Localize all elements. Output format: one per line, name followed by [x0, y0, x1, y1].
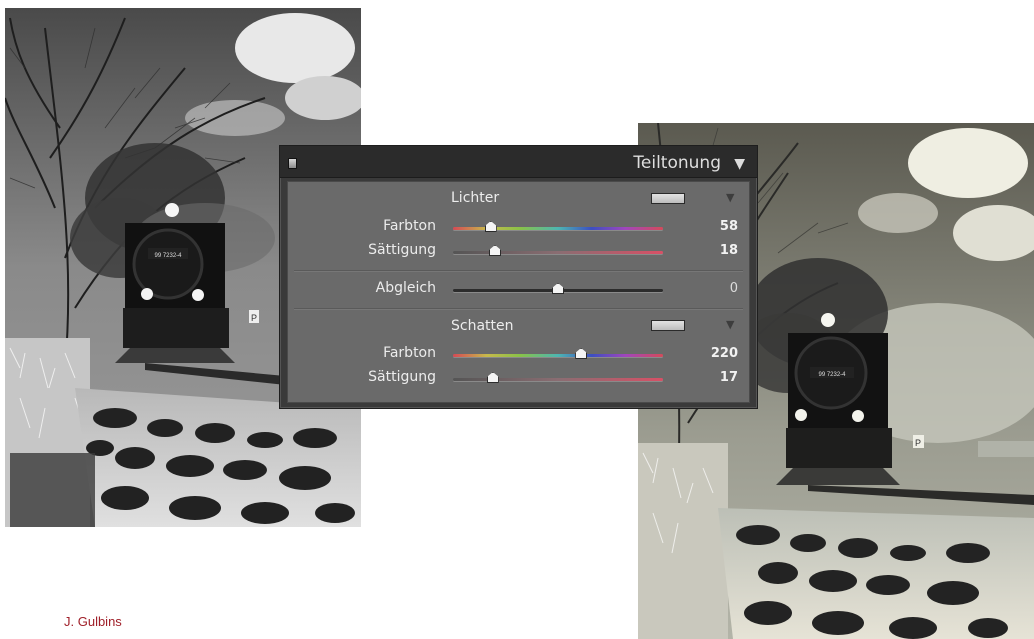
balance-thumb[interactable] — [552, 283, 564, 294]
shadows-saturation-label: Sättigung — [368, 369, 436, 385]
loco-number-plate: 99 7232-4 — [154, 253, 182, 259]
collapse-triangle-icon[interactable]: ▼ — [734, 156, 745, 172]
split-toning-panel: Teiltonung ▼ Lichter ▼ Farbton 58 Sättig… — [279, 145, 758, 409]
highlights-saturation-thumb[interactable] — [489, 245, 501, 256]
highlights-hue-label: Farbton — [383, 218, 436, 234]
shadows-hue-thumb[interactable] — [575, 348, 588, 359]
shadows-saturation-thumb[interactable] — [486, 372, 499, 383]
balance-slider[interactable] — [453, 283, 663, 294]
highlights-saturation-slider[interactable] — [453, 245, 663, 256]
shadows-hue-slider[interactable] — [453, 348, 663, 359]
loco-number-plate-toned: 99 7232-4 — [818, 372, 846, 378]
panel-on-off-switch[interactable] — [288, 158, 297, 169]
parking-sign-right: P — [915, 438, 921, 448]
highlights-hue-value[interactable]: 58 — [688, 219, 738, 234]
divider — [294, 270, 743, 271]
panel-body: Lichter ▼ Farbton 58 Sättigung 18 Abglei… — [287, 181, 750, 403]
panel-header: Teiltonung ▼ — [280, 146, 757, 178]
shadows-hue-value[interactable]: 220 — [688, 346, 738, 361]
highlights-saturation-label: Sättigung — [368, 242, 436, 258]
shadows-disclosure-icon[interactable]: ▼ — [726, 318, 734, 331]
shadows-saturation-slider[interactable] — [453, 372, 663, 383]
highlights-disclosure-icon[interactable]: ▼ — [726, 191, 734, 204]
shadows-color-swatch[interactable] — [651, 320, 685, 331]
highlights-color-swatch[interactable] — [651, 193, 685, 204]
highlights-hue-thumb[interactable] — [484, 221, 497, 232]
parking-sign-left: P — [251, 313, 257, 323]
shadows-heading: Schatten — [451, 318, 514, 334]
shadows-saturation-value[interactable]: 17 — [688, 370, 738, 385]
photo-credit: J. Gulbins — [64, 614, 122, 629]
panel-title[interactable]: Teiltonung — [633, 153, 721, 173]
balance-value[interactable]: 0 — [688, 281, 738, 296]
highlights-hue-slider[interactable] — [453, 221, 663, 232]
shadows-hue-label: Farbton — [383, 345, 436, 361]
highlights-saturation-value[interactable]: 18 — [688, 243, 738, 258]
divider — [294, 308, 743, 309]
balance-label: Abgleich — [375, 280, 436, 296]
highlights-heading: Lichter — [451, 190, 500, 206]
